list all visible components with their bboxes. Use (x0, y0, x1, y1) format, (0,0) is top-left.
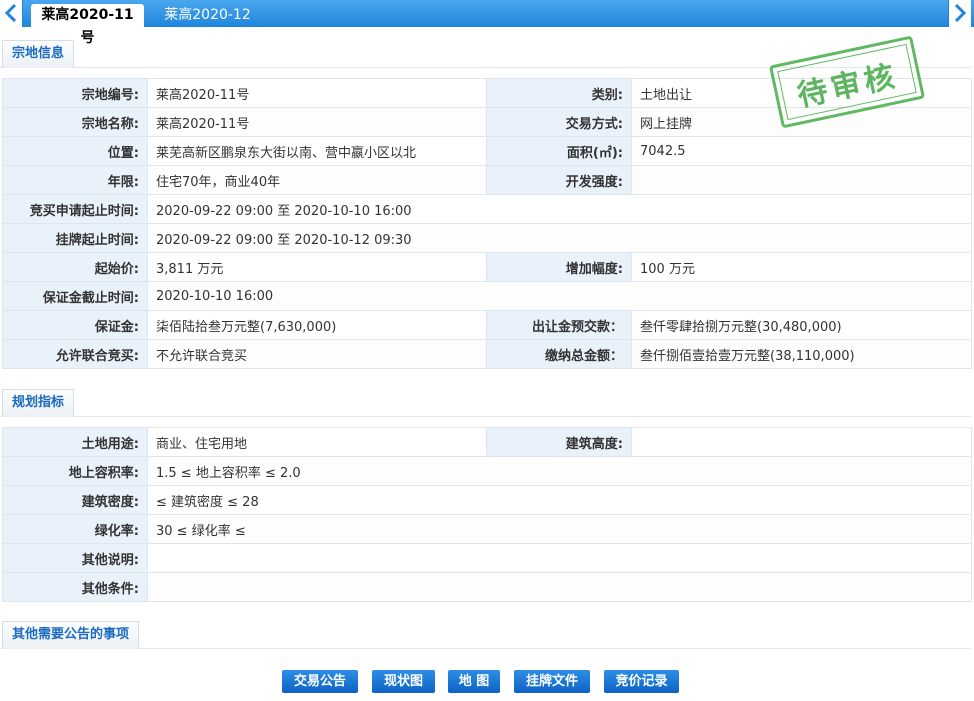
bid-apply-value: 2020-09-22 09:00 至 2020-10-10 16:00 (147, 194, 972, 224)
chevron-left-icon (4, 3, 17, 23)
scroll-left-button[interactable] (0, 0, 23, 27)
deposit-deadline-value: 2020-10-10 16:00 (147, 281, 972, 311)
far-label: 地上容积率: (2, 456, 148, 486)
density-label: 建筑密度: (2, 485, 148, 515)
total-label: 缴纳总金额： (486, 339, 632, 369)
far-value: 1.5 ≤ 地上容积率 ≤ 2.0 (147, 456, 972, 486)
prepay-label: 出让金预交款： (486, 310, 632, 340)
parcel-name-value: 莱高2020-11号 (147, 107, 487, 137)
announcement-button[interactable]: 交易公告 (282, 670, 358, 693)
parcel-name-label: 宗地名称: (2, 107, 148, 137)
other-desc-value (147, 543, 972, 573)
deposit-label: 保证金: (2, 310, 148, 340)
table-row: 竞买申请起止时间: 2020-09-22 09:00 至 2020-10-10 … (2, 194, 972, 224)
parcel-no-value: 莱高2020-11号 (147, 78, 487, 108)
deposit-deadline-label: 保证金截止时间: (2, 281, 148, 311)
chevron-right-icon (954, 3, 967, 23)
table-row: 地上容积率: 1.5 ≤ 地上容积率 ≤ 2.0 (2, 456, 972, 486)
planning-table: 土地用途: 商业、住宅用地 建筑高度: 地上容积率: 1.5 ≤ 地上容积率 ≤… (2, 427, 972, 602)
land-use-value: 商业、住宅用地 (147, 427, 487, 457)
tab-parcel-12[interactable]: 莱高2020-12号 (151, 4, 264, 46)
bid-records-button[interactable]: 竞价记录 (604, 670, 679, 693)
other-desc-label: 其他说明: (2, 543, 148, 573)
bid-apply-label: 竞买申请起止时间: (2, 194, 148, 224)
table-row: 其他条件: (2, 572, 972, 602)
category-label: 类别: (486, 78, 632, 108)
section-title-info[interactable]: 宗地信息 (2, 40, 75, 68)
section-header-other: 其他需要公告的事项 (0, 621, 971, 649)
table-row: 年限: 住宅70年，商业40年 开发强度: (2, 165, 972, 195)
table-row: 保证金: 柒佰陆拾叁万元整(7,630,000) 出让金预交款： 叁仟零肆拾捌万… (2, 310, 972, 340)
start-price-value: 3,811 万元 (147, 252, 487, 282)
table-row: 保证金截止时间: 2020-10-10 16:00 (2, 281, 972, 311)
section-title-other[interactable]: 其他需要公告的事项 (2, 621, 140, 649)
table-row: 绿化率: 30 ≤ 绿化率 ≤ (2, 514, 972, 544)
height-value (631, 427, 972, 457)
section-header-planning: 规划指标 (0, 389, 971, 417)
map-button[interactable]: 地 图 (448, 670, 500, 693)
info-table: 宗地编号: 莱高2020-11号 类别: 土地出让 宗地名称: 莱高2020-1… (2, 78, 972, 369)
land-use-label: 土地用途: (2, 427, 148, 457)
table-row: 土地用途: 商业、住宅用地 建筑高度: (2, 427, 972, 457)
prepay-value: 叁仟零肆拾捌万元整(30,480,000) (631, 310, 972, 340)
deposit-value: 柒佰陆拾叁万元整(7,630,000) (147, 310, 487, 340)
listing-value: 2020-09-22 09:00 至 2020-10-12 09:30 (147, 223, 972, 253)
density-value: ≤ 建筑密度 ≤ 28 (147, 485, 972, 515)
green-value: 30 ≤ 绿化率 ≤ (147, 514, 972, 544)
table-row: 其他说明: (2, 543, 972, 573)
table-row: 建筑密度: ≤ 建筑密度 ≤ 28 (2, 485, 972, 515)
increment-value: 100 万元 (631, 252, 972, 282)
total-value: 叁仟捌佰壹拾壹万元整(38,110,000) (631, 339, 972, 369)
parcel-no-label: 宗地编号: (2, 78, 148, 108)
trade-mode-label: 交易方式: (486, 107, 632, 137)
site-photo-button[interactable]: 现状图 (372, 670, 435, 693)
other-cond-value (147, 572, 972, 602)
intensity-label: 开发强度: (486, 165, 632, 195)
table-row: 挂牌起止时间: 2020-09-22 09:00 至 2020-10-12 09… (2, 223, 972, 253)
area-value: 7042.5 (631, 136, 972, 166)
area-label: 面积(㎡): (486, 136, 632, 166)
tab-bar: 莱高2020-11号 莱高2020-12号 (0, 0, 974, 46)
table-row: 位置: 莱芜高新区鹏泉东大街以南、营中嬴小区以北 面积(㎡): 7042.5 (2, 136, 972, 166)
table-row: 允许联合竞买: 不允许联合竞买 缴纳总金额： 叁仟捌佰壹拾壹万元整(38,110… (2, 339, 972, 369)
tab-parcel-11[interactable]: 莱高2020-11号 (31, 4, 144, 46)
table-row: 起始价: 3,811 万元 增加幅度: 100 万元 (2, 252, 972, 282)
term-value: 住宅70年，商业40年 (147, 165, 487, 195)
joint-bid-label: 允许联合竞买: (2, 339, 148, 369)
location-label: 位置: (2, 136, 148, 166)
section-title-planning[interactable]: 规划指标 (2, 389, 75, 417)
start-price-label: 起始价: (2, 252, 148, 282)
listing-docs-button[interactable]: 挂牌文件 (514, 670, 590, 693)
location-value: 莱芜高新区鹏泉东大街以南、营中嬴小区以北 (147, 136, 487, 166)
joint-bid-value: 不允许联合竞买 (147, 339, 487, 369)
intensity-value (631, 165, 972, 195)
other-cond-label: 其他条件: (2, 572, 148, 602)
scroll-right-button[interactable] (948, 0, 971, 27)
height-label: 建筑高度: (486, 427, 632, 457)
increment-label: 增加幅度: (486, 252, 632, 282)
term-label: 年限: (2, 165, 148, 195)
green-label: 绿化率: (2, 514, 148, 544)
listing-label: 挂牌起止时间: (2, 223, 148, 253)
